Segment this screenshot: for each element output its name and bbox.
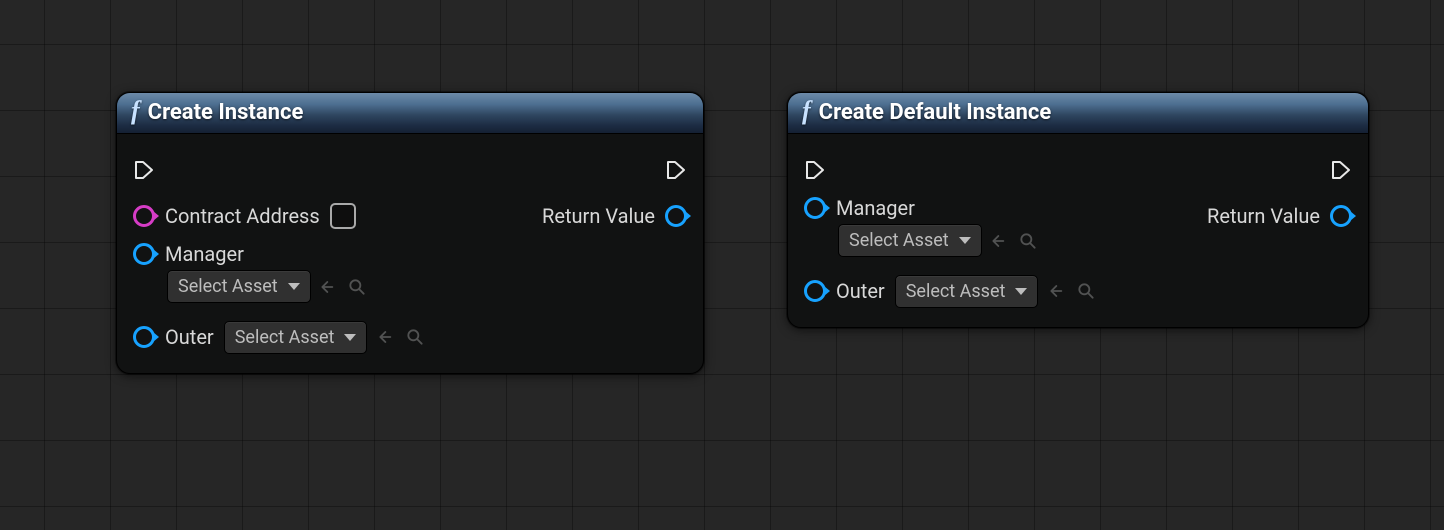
function-icon: f [131, 98, 140, 124]
label-contract-address: Contract Address [165, 204, 320, 228]
exec-in-pin[interactable] [133, 159, 155, 181]
node-body: Manager Select Asset [788, 134, 1368, 327]
exec-out-pin[interactable] [665, 159, 687, 181]
outer-asset-select[interactable]: Select Asset [895, 275, 1039, 308]
manager-asset-select[interactable]: Select Asset [167, 270, 311, 303]
input-outer: Outer Select Asset [133, 319, 518, 355]
use-selected-icon[interactable] [1048, 281, 1068, 301]
blueprint-canvas[interactable]: f Create Instance Contract Address [0, 0, 1444, 530]
exec-out-row [665, 152, 687, 188]
exec-in-row [133, 152, 518, 188]
use-selected-icon[interactable] [319, 277, 339, 297]
outer-asset-select[interactable]: Select Asset [224, 321, 368, 354]
browse-asset-icon[interactable] [1076, 281, 1096, 301]
manager-asset-select[interactable]: Select Asset [838, 224, 982, 257]
pin-return-value[interactable] [1330, 205, 1352, 227]
asset-select-label: Select Asset [849, 230, 949, 251]
asset-select-label: Select Asset [178, 276, 278, 297]
node-create-instance[interactable]: f Create Instance Contract Address [116, 92, 704, 374]
pin-contract-address[interactable] [133, 205, 155, 227]
label-return-value: Return Value [1207, 204, 1320, 228]
asset-select-label: Select Asset [906, 281, 1006, 302]
pin-return-value[interactable] [665, 205, 687, 227]
browse-asset-icon[interactable] [405, 327, 425, 347]
node-create-default-instance[interactable]: f Create Default Instance Manager [787, 92, 1369, 328]
contract-address-field[interactable] [330, 203, 356, 229]
browse-asset-icon[interactable] [1018, 231, 1038, 251]
output-return-value: Return Value [1207, 198, 1352, 234]
node-title: Create Instance [148, 100, 304, 125]
exec-in-row [804, 152, 1183, 188]
exec-in-pin[interactable] [804, 159, 826, 181]
pin-outer[interactable] [804, 280, 826, 302]
node-body: Contract Address Manager Select Asset [117, 134, 703, 373]
label-manager: Manager [165, 242, 244, 266]
pin-manager[interactable] [133, 243, 155, 265]
input-contract-address: Contract Address [133, 198, 518, 234]
asset-select-label: Select Asset [235, 327, 335, 348]
chevron-down-icon [288, 283, 300, 290]
pin-outer[interactable] [133, 326, 155, 348]
label-manager: Manager [836, 196, 915, 220]
label-outer: Outer [836, 279, 885, 303]
node-title: Create Default Instance [819, 100, 1052, 125]
chevron-down-icon [344, 334, 356, 341]
input-manager: Manager Select Asset [133, 242, 518, 303]
chevron-down-icon [959, 237, 971, 244]
chevron-down-icon [1015, 288, 1027, 295]
label-return-value: Return Value [542, 204, 655, 228]
exec-out-row [1330, 152, 1352, 188]
pin-manager[interactable] [804, 197, 826, 219]
node-header[interactable]: f Create Default Instance [788, 93, 1368, 134]
output-return-value: Return Value [542, 198, 687, 234]
exec-out-pin[interactable] [1330, 159, 1352, 181]
function-icon: f [802, 98, 811, 124]
use-selected-icon[interactable] [990, 231, 1010, 251]
input-outer: Outer Select Asset [804, 273, 1183, 309]
use-selected-icon[interactable] [377, 327, 397, 347]
node-header[interactable]: f Create Instance [117, 93, 703, 134]
label-outer: Outer [165, 325, 214, 349]
input-manager: Manager Select Asset [804, 196, 1183, 257]
browse-asset-icon[interactable] [347, 277, 367, 297]
